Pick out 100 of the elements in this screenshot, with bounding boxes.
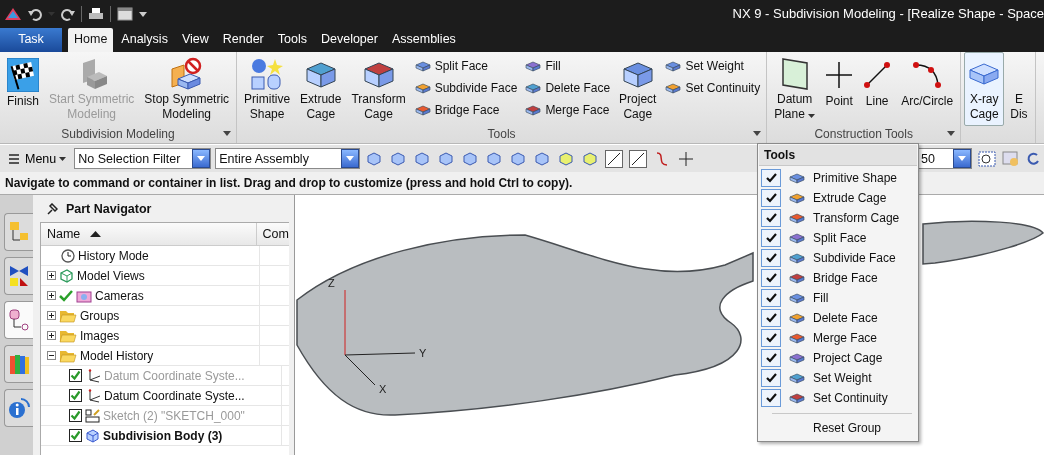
ribbon-button[interactable]: Project Cage (615, 52, 661, 126)
cube-icon[interactable] (534, 150, 551, 167)
ribbon-tab[interactable]: Render (216, 28, 270, 52)
caret-icon[interactable] (808, 114, 816, 118)
tree-item-label[interactable]: Datum Coordinate Syste... (103, 388, 245, 403)
caret-icon[interactable] (223, 131, 232, 136)
ribbon-button[interactable]: Bridge Face (411, 99, 521, 121)
value-dropdown[interactable]: 50 (917, 148, 972, 169)
checkbox[interactable] (68, 369, 82, 382)
expand-icon[interactable] (46, 331, 56, 340)
menu-item[interactable]: Merge Face (758, 328, 918, 348)
ribbon-tab[interactable]: Analysis (115, 28, 174, 52)
ribbon-button[interactable]: Delete Face (522, 77, 614, 99)
redo-icon[interactable] (61, 6, 75, 21)
caret-icon[interactable] (139, 10, 147, 17)
cube-icon[interactable] (414, 150, 431, 167)
tree-item-label[interactable]: Groups (79, 308, 120, 323)
zoom-icon[interactable] (978, 150, 996, 167)
ribbon-button[interactable]: Subdivide Face (411, 77, 521, 99)
ribbon-button[interactable]: Finish (3, 52, 43, 126)
checkbox[interactable] (761, 229, 781, 247)
ribbon-tab[interactable]: View (175, 28, 215, 52)
column-header[interactable]: Com (262, 227, 289, 241)
pin-icon[interactable] (45, 202, 58, 215)
ribbon-button[interactable]: Extrude Cage (296, 52, 346, 126)
line-icon[interactable] (605, 149, 624, 168)
menu-item[interactable]: Set Weight (758, 368, 918, 388)
tree-item-label[interactable]: Model Views (76, 268, 145, 283)
checkbox[interactable] (761, 309, 781, 327)
menu-item[interactable]: Extrude Cage (758, 188, 918, 208)
ribbon-button[interactable]: E Dis (1006, 52, 1032, 126)
ribbon-button[interactable]: Point (821, 52, 858, 126)
checkbox[interactable] (761, 389, 781, 407)
ribbon-tab[interactable]: Home (68, 28, 114, 52)
menu-item[interactable]: Transform Cage (758, 208, 918, 228)
navigator-tab[interactable] (3, 257, 33, 295)
navigator-tab[interactable] (3, 213, 33, 251)
navigator-tab[interactable] (3, 345, 33, 383)
expand-icon[interactable] (46, 271, 56, 280)
caret-icon[interactable] (753, 131, 762, 136)
undo-icon[interactable] (28, 6, 42, 21)
cube-icon[interactable] (558, 150, 575, 167)
ribbon-button[interactable]: Set Weight (662, 55, 764, 77)
menu-item[interactable]: Bridge Face (758, 268, 918, 288)
caret-icon[interactable] (947, 131, 956, 136)
ribbon-button[interactable]: X-ray Cage (964, 52, 1005, 126)
menu-item[interactable]: Delete Face (758, 308, 918, 328)
menu-item[interactable]: Split Face (758, 228, 918, 248)
ribbon-tab[interactable]: Assemblies (385, 28, 462, 52)
checkbox[interactable] (761, 189, 781, 207)
rotate-icon[interactable] (1026, 150, 1040, 167)
tree-item-label[interactable]: History Mode (77, 248, 149, 263)
checkbox[interactable] (68, 429, 82, 442)
checkbox[interactable] (761, 369, 781, 387)
menu-item[interactable]: Primitive Shape (758, 168, 918, 188)
checkbox[interactable] (68, 409, 82, 422)
collapse-icon[interactable] (46, 351, 56, 360)
navigator-tab[interactable] (3, 301, 33, 339)
expand-icon[interactable] (46, 311, 56, 320)
cube-icon[interactable] (582, 150, 599, 167)
menu-item[interactable]: Reset Group (758, 419, 918, 437)
checkbox[interactable] (761, 289, 781, 307)
tree-item-label[interactable]: Images (79, 328, 120, 343)
cube-icon[interactable] (510, 150, 527, 167)
checkbox[interactable] (761, 209, 781, 227)
menu-item[interactable]: Subdivide Face (758, 248, 918, 268)
tree-item-label[interactable]: Model History (79, 348, 154, 363)
ribbon-button[interactable]: Fill (522, 55, 614, 77)
ribbon-button[interactable]: Primitive Shape (240, 52, 295, 126)
menu-button[interactable]: Menu (4, 149, 71, 168)
cube-icon[interactable] (438, 150, 455, 167)
checkbox[interactable] (761, 169, 781, 187)
ribbon-tab[interactable]: Tools (271, 28, 313, 52)
scope-dropdown[interactable]: Entire Assembly (215, 148, 361, 169)
cube-icon[interactable] (462, 150, 479, 167)
checkbox[interactable] (761, 329, 781, 347)
ribbon-button[interactable]: Merge Face (522, 99, 614, 121)
tree-item-label[interactable]: Cameras (94, 288, 144, 303)
menu-item[interactable]: Set Continuity (758, 388, 918, 408)
column-header[interactable]: Name (46, 227, 81, 241)
window-icon[interactable] (117, 6, 133, 21)
ribbon-button[interactable]: Set Continuity (662, 77, 764, 99)
cross-icon[interactable] (678, 150, 695, 167)
ribbon-button[interactable]: Datum Plane (770, 52, 820, 126)
ribbon-button[interactable]: Transform Cage (347, 52, 410, 126)
menu-item[interactable]: Project Cage (758, 348, 918, 368)
ribbon-button[interactable]: Arc/Circle (897, 52, 958, 126)
checkbox[interactable] (761, 269, 781, 287)
selection-filter-dropdown[interactable]: No Selection Filter (74, 148, 212, 169)
checkbox[interactable] (761, 249, 781, 267)
cube-icon[interactable] (390, 150, 407, 167)
ribbon-button[interactable]: Line (859, 52, 896, 126)
ribbon-button[interactable]: Stop Symmetric Modeling (140, 52, 234, 126)
ribbon-tab[interactable]: Developer (314, 28, 384, 52)
curve-icon[interactable] (655, 150, 670, 167)
checkbox[interactable] (761, 349, 781, 367)
navigator-tab[interactable] (3, 389, 33, 427)
checkbox[interactable] (68, 389, 82, 402)
expand-icon[interactable] (46, 291, 56, 300)
tree-item-label[interactable]: Subdivision Body (3) (102, 428, 223, 443)
